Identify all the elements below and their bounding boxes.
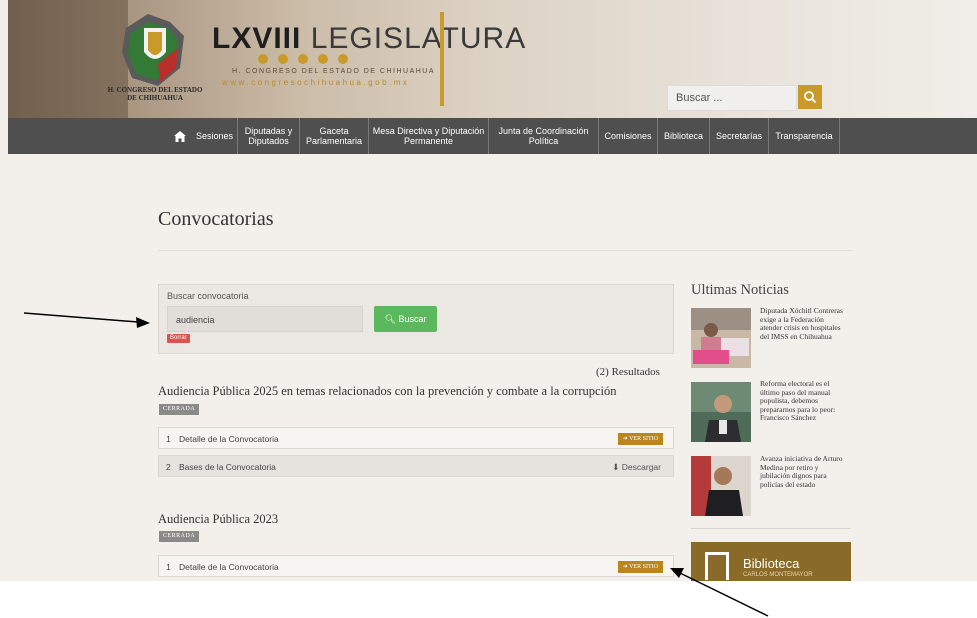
nav-item-secretarias[interactable]: Secretarías [710, 118, 769, 154]
header-search-button[interactable] [798, 85, 822, 109]
search-button-label: Buscar [398, 314, 427, 324]
search-icon: 🔍︎ [384, 314, 396, 324]
convocatoria-title: Audiencia Pública 2025 en temas relacion… [158, 384, 617, 398]
clear-button[interactable]: Borrar [167, 334, 190, 343]
nav-item-transparencia[interactable]: Transparencia [769, 118, 840, 154]
emblem-label-line1: H. CONGRESO DEL ESTADO [107, 86, 203, 94]
status-badge: CERRADA [159, 404, 200, 415]
facebook-icon[interactable] [258, 54, 268, 64]
row-number: 2 [166, 462, 171, 472]
header-divider [440, 12, 444, 106]
row-number: 1 [166, 562, 171, 572]
convocatoria-search-input[interactable]: audiencia [167, 306, 363, 332]
legislatura-number: LXVIII [212, 22, 302, 55]
header-search-input[interactable]: Buscar ... [667, 85, 797, 111]
convocatoria-row: 2 Bases de la Convocatoria ⬇ Descargar [158, 455, 674, 477]
threads-icon[interactable] [298, 54, 308, 64]
download-label: Descargar [621, 462, 661, 472]
sidebar-title: Ultimas Noticias [691, 282, 789, 298]
ver-sitio-button[interactable]: ➜ VER SITIO [617, 433, 663, 445]
title-divider [158, 250, 852, 251]
main-navigation: Sesiones Diputadas y Diputados Gaceta Pa… [8, 118, 977, 154]
biblioteca-subtitle: CARLOS MONTEMAYOR [743, 572, 813, 578]
sidebar-divider [691, 528, 851, 529]
nav-item-jucopo[interactable]: Junta de Coordinación Política [489, 118, 599, 154]
instagram-icon[interactable] [278, 54, 288, 64]
page-title: Convocatorias [158, 208, 274, 230]
nav-item-diputadas[interactable]: Diputadas y Diputados [238, 118, 300, 154]
legislatura-title[interactable]: LXVIII LEGISLATURA [212, 22, 526, 56]
nav-home[interactable] [168, 118, 192, 154]
row-number: 1 [166, 434, 171, 444]
download-link[interactable]: ⬇ Descargar [612, 462, 661, 473]
news-thumbnail[interactable] [691, 308, 751, 368]
social-links [258, 54, 348, 64]
emblem-label: H. CONGRESO DEL ESTADO DE CHIHUAHUA [100, 86, 210, 102]
search-button[interactable]: 🔍︎ Buscar [374, 306, 437, 332]
news-item[interactable]: Diputada Xóchitl Contreras exige a la Fe… [760, 306, 844, 341]
row-label: Detalle de la Convocatoria [179, 562, 279, 572]
x-icon[interactable] [318, 54, 328, 64]
convocatoria-row: 1 Detalle de la Convocatoria ➜ VER SITIO [158, 555, 674, 577]
nav-item-mesa-directiva[interactable]: Mesa Directiva y Diputación Permanente [369, 118, 489, 154]
biblioteca-label: Biblioteca [743, 556, 800, 571]
ver-sitio-label: VER SITIO [629, 436, 658, 442]
nav-item-gaceta[interactable]: Gaceta Parlamentaria [300, 118, 369, 154]
news-thumbnail[interactable] [691, 456, 751, 516]
nav-item-biblioteca[interactable]: Biblioteca [658, 118, 710, 154]
news-item[interactable]: Reforma electoral es el último paso del … [760, 379, 844, 423]
row-label: Bases de la Convocatoria [179, 462, 276, 472]
home-icon [174, 130, 186, 142]
row-label: Detalle de la Convocatoria [179, 434, 279, 444]
youtube-icon[interactable] [338, 54, 348, 64]
ver-sitio-button[interactable]: ➜ VER SITIO [617, 561, 663, 573]
website-url: www.congresochihuahua.gob.mx [222, 78, 410, 87]
congreso-subtitle: H. CONGRESO DEL ESTADO DE CHIHUAHUA [232, 68, 436, 75]
coat-of-arms-logo[interactable] [118, 8, 190, 90]
convocatoria-title: Audiencia Pública 2023 [158, 512, 279, 526]
biblioteca-logo-icon [705, 552, 729, 580]
legislatura-word: LEGISLATURA [301, 22, 527, 55]
browser-viewport: H. CONGRESO DEL ESTADO DE CHIHUAHUA LXVI… [0, 0, 977, 581]
emblem-label-line2: DE CHIHUAHUA [127, 94, 183, 102]
download-icon: ⬇ [612, 462, 622, 472]
search-icon [804, 91, 817, 104]
status-badge: CERRADA [159, 531, 200, 542]
news-thumbnail[interactable] [691, 382, 751, 442]
news-item[interactable]: Avanza iniciativa de Arturo Medina por r… [760, 454, 844, 489]
nav-item-comisiones[interactable]: Comisiones [599, 118, 658, 154]
convocatoria-row: 1 Detalle de la Convocatoria ➜ VER SITIO [158, 427, 674, 449]
nav-item-sesiones[interactable]: Sesiones [192, 118, 238, 154]
ver-sitio-label: VER SITIO [629, 564, 658, 570]
biblioteca-banner[interactable]: Biblioteca CARLOS MONTEMAYOR [691, 542, 851, 581]
results-count: (2) Resultados [596, 366, 660, 378]
search-label: Buscar convocatoria [167, 291, 249, 301]
